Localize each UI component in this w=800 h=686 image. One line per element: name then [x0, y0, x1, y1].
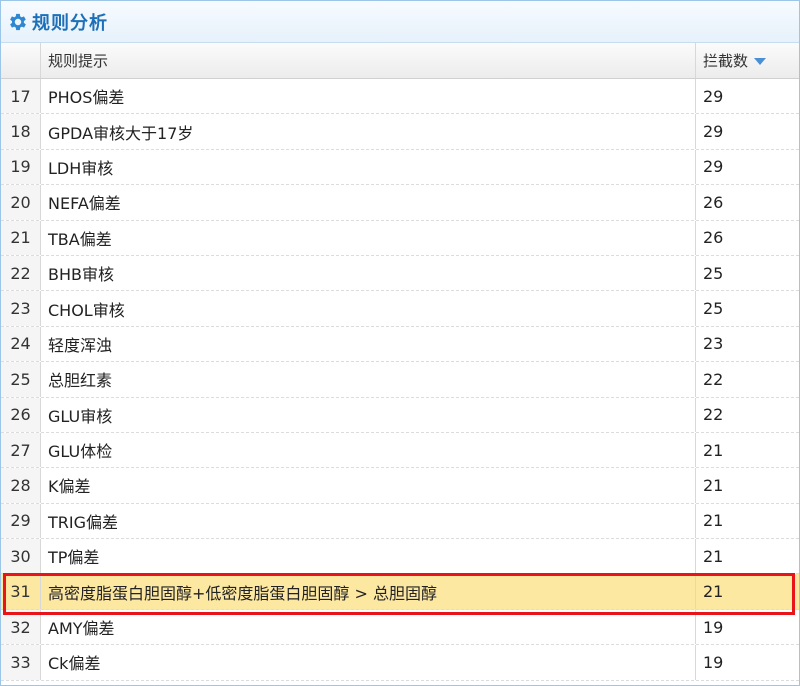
rule-cell: TP偏差: [41, 539, 696, 574]
rule-cell: CHOL审核: [41, 291, 696, 326]
gear-icon: [10, 13, 26, 30]
rule-cell: 总胆红素: [41, 362, 696, 397]
count-cell: 19: [703, 617, 724, 637]
count-cell: 21: [703, 582, 724, 602]
table-body: 17 PHOS偏差 29 18 GPDA审核大于17岁 29 19 LDH审核 29 20 NEFA…: [1, 79, 799, 681]
count-cell: 21: [703, 546, 724, 566]
rule-cell: K偏差: [41, 468, 696, 503]
row-number: 25: [1, 362, 41, 397]
rule-cell: 高密度脂蛋白胆固醇+低密度脂蛋白胆固醇 > 总胆固醇: [41, 574, 696, 609]
rule-cell: PHOS偏差: [41, 79, 696, 114]
row-number: 30: [1, 539, 41, 574]
count-cell: 29: [703, 122, 724, 142]
table-row[interactable]: 18 GPDA审核大于17岁 29: [1, 114, 799, 150]
rule-cell: Ck偏差: [41, 645, 696, 680]
rule-cell: BHB审核: [41, 255, 696, 291]
table-row[interactable]: 28 K偏差 21: [1, 468, 799, 504]
table-row[interactable]: 26 GLU审核 22: [1, 397, 799, 433]
rule-cell: AMY偏差: [41, 609, 696, 645]
row-number: 32: [1, 609, 41, 645]
table-row[interactable]: 23 CHOL审核 25: [1, 291, 799, 327]
table-row[interactable]: 33 Ck偏差 19: [1, 645, 799, 681]
count-cell: 21: [703, 511, 724, 531]
rule-cell: LDH审核: [41, 149, 696, 185]
table-row-selected[interactable]: 31 高密度脂蛋白胆固醇+低密度脂蛋白胆固醇 > 总胆固醇 21: [1, 574, 799, 610]
rule-cell: NEFA偏差: [41, 185, 696, 220]
table-row[interactable]: 20 NEFA偏差 26: [1, 185, 799, 221]
rule-cell: GLU审核: [41, 397, 696, 432]
row-number: 33: [1, 645, 41, 680]
table-row[interactable]: 17 PHOS偏差 29: [1, 79, 799, 115]
table-row[interactable]: 19 LDH审核 29: [1, 149, 799, 186]
count-cell: 29: [703, 157, 724, 177]
count-cell: 26: [703, 228, 724, 248]
count-cell: 26: [703, 192, 724, 212]
table-row[interactable]: 29 TRIG偏差 21: [1, 503, 799, 540]
panel-title: 规则分析: [32, 12, 108, 34]
row-number: 21: [1, 220, 41, 255]
rule-cell: TBA偏差: [41, 220, 696, 255]
rule-column-header[interactable]: 规则提示: [41, 43, 696, 78]
row-number: 28: [1, 468, 41, 503]
table-row[interactable]: 21 TBA偏差 26: [1, 220, 799, 256]
rule-cell: TRIG偏差: [41, 503, 696, 539]
count-cell: 25: [703, 263, 724, 283]
row-number: 31: [1, 574, 41, 609]
sort-desc-icon: [754, 58, 767, 65]
count-cell: 21: [703, 475, 724, 495]
count-column-header[interactable]: 拦截数: [696, 43, 799, 78]
panel-header: 规则分析: [1, 1, 799, 43]
count-cell: 21: [703, 440, 724, 460]
row-number: 20: [1, 185, 41, 220]
count-cell: 23: [703, 334, 724, 354]
row-number: 18: [1, 114, 41, 149]
count-cell: 22: [703, 369, 724, 389]
row-number-header: [1, 43, 41, 78]
row-number: 26: [1, 397, 41, 432]
row-number: 23: [1, 291, 41, 326]
row-number: 29: [1, 503, 41, 539]
table-row[interactable]: 30 TP偏差 21: [1, 539, 799, 575]
count-cell: 19: [703, 652, 724, 672]
count-cell: 22: [703, 405, 724, 425]
table-row[interactable]: 27 GLU体检 21: [1, 432, 799, 469]
table-row[interactable]: 22 BHB审核 25: [1, 255, 799, 292]
rule-analysis-panel: 规则分析 规则提示 拦截数 17 PHOS偏差 29 18 GPDA审核大于17岁 29 1…: [0, 0, 800, 686]
row-number: 27: [1, 432, 41, 468]
row-number: 17: [1, 79, 41, 114]
rule-cell: GLU体检: [41, 432, 696, 468]
rule-cell: GPDA审核大于17岁: [41, 114, 696, 149]
row-number: 24: [1, 326, 41, 362]
row-number: 19: [1, 149, 41, 185]
row-number: 22: [1, 255, 41, 291]
table-row[interactable]: 25 总胆红素 22: [1, 362, 799, 398]
table-header: 规则提示 拦截数: [1, 43, 799, 79]
count-cell: 29: [703, 86, 724, 106]
count-cell: 25: [703, 299, 724, 319]
table-row[interactable]: 24 轻度浑浊 23: [1, 326, 799, 363]
table-row[interactable]: 32 AMY偏差 19: [1, 609, 799, 646]
rule-cell: 轻度浑浊: [41, 326, 696, 362]
